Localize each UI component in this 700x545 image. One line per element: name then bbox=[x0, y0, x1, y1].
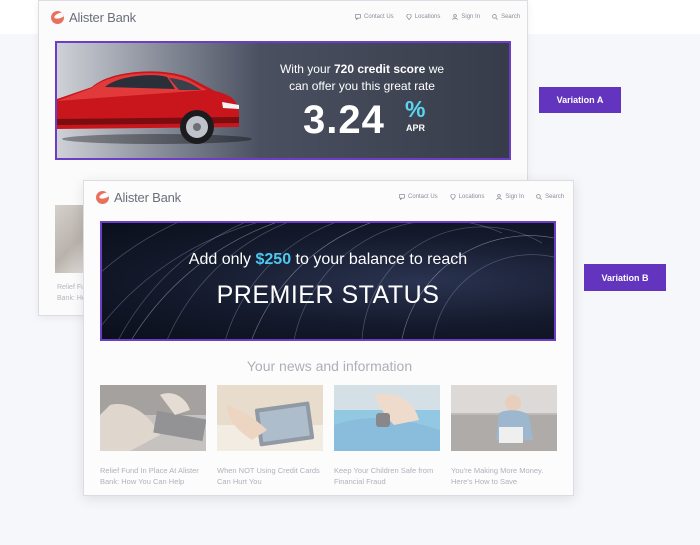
news-card[interactable]: Keep Your Children Safe from Financial F… bbox=[334, 385, 440, 487]
user-icon bbox=[496, 194, 503, 200]
variation-b-page: Alister Bank Contact Us Locations Sign I… bbox=[83, 180, 574, 496]
news-section-title: Your news and information bbox=[246, 358, 413, 374]
article-image-smartwatch bbox=[334, 385, 440, 451]
nav-search-label: Search bbox=[501, 14, 521, 20]
headline-b-suffix: to your balance to reach bbox=[291, 251, 468, 268]
variation-b-label: Variation B bbox=[584, 264, 666, 291]
nav-sign-in[interactable]: Sign In bbox=[496, 194, 524, 200]
article-image-typing bbox=[100, 385, 207, 451]
premier-status-text: PREMIER STATUS bbox=[216, 281, 440, 309]
nav-locations-label: Locations bbox=[458, 194, 485, 200]
nav-sign-in-label: Sign In bbox=[461, 14, 481, 20]
nav-contact[interactable]: Contact Us bbox=[355, 14, 394, 20]
news-card-line2: Here's How to Save bbox=[451, 477, 518, 486]
news-card-line1: You're Making More Money. bbox=[451, 466, 544, 475]
peek-article-text: Relief Fu Bank: Ho bbox=[57, 282, 86, 304]
user-icon bbox=[452, 14, 459, 20]
news-card-line2: Financial Fraud bbox=[334, 477, 386, 486]
location-pin-icon bbox=[406, 14, 412, 20]
variation-b-headline: Add only $250 to your balance to reach bbox=[102, 251, 554, 269]
nav-contact-label: Contact Us bbox=[364, 14, 394, 20]
location-pin-icon bbox=[450, 194, 456, 200]
news-card[interactable]: When NOT Using Credit Cards Can Hurt You bbox=[217, 385, 323, 487]
news-card-line2: Bank: How You Can Help bbox=[100, 477, 185, 486]
rate-apr-label: APR bbox=[406, 123, 426, 133]
bank-logo[interactable]: Alister Bank bbox=[96, 190, 181, 205]
logo-text: Alister Bank bbox=[114, 190, 181, 205]
news-card[interactable]: Relief Fund In Place At Alister Bank: Ho… bbox=[100, 385, 207, 487]
headline-b-prefix: Add only bbox=[188, 251, 256, 268]
headline-a-prefix: With your bbox=[279, 62, 334, 76]
headline-a-suffix: we bbox=[425, 62, 445, 76]
nav-contact-label: Contact Us bbox=[408, 194, 438, 200]
nav-locations[interactable]: Locations bbox=[406, 14, 441, 20]
nav-search-label: Search bbox=[545, 194, 565, 200]
news-card-text: Relief Fund In Place At Alister Bank: Ho… bbox=[100, 465, 206, 487]
news-card-text: When NOT Using Credit Cards Can Hurt You bbox=[217, 465, 323, 487]
nav-sign-in-label: Sign In bbox=[505, 194, 525, 200]
nav-sign-in[interactable]: Sign In bbox=[452, 14, 480, 20]
article-image-tablet bbox=[217, 385, 323, 451]
variation-a-label: Variation A bbox=[539, 87, 621, 113]
red-car-image bbox=[57, 71, 252, 144]
news-card-line1: When NOT Using Credit Cards bbox=[217, 466, 320, 475]
variation-a-headline: With your 720 credit score we can offer … bbox=[257, 61, 467, 95]
chat-icon bbox=[355, 14, 361, 20]
nav-locations[interactable]: Locations bbox=[450, 194, 485, 200]
search-icon bbox=[492, 14, 498, 20]
top-nav: Contact Us Locations Sign In Search bbox=[355, 14, 520, 20]
variation-a-banner[interactable]: With your 720 credit score we can offer … bbox=[55, 41, 511, 160]
news-card-line1: Keep Your Children Safe from bbox=[334, 466, 434, 475]
bank-logo[interactable]: Alister Bank bbox=[51, 10, 136, 25]
rate-percent-symbol: % bbox=[405, 96, 426, 122]
news-grid: Relief Fund In Place At Alister Bank: Ho… bbox=[100, 385, 557, 487]
chat-icon bbox=[399, 194, 405, 200]
peek-article-thumbnail bbox=[55, 205, 85, 273]
search-icon bbox=[536, 194, 542, 200]
logo-mark-icon bbox=[96, 191, 109, 204]
nav-search[interactable]: Search bbox=[536, 194, 564, 200]
logo-mark-icon bbox=[51, 11, 64, 24]
news-card-line2: Can Hurt You bbox=[217, 477, 262, 486]
nav-search[interactable]: Search bbox=[492, 14, 520, 20]
rate-value: 3.24 bbox=[303, 98, 385, 142]
nav-locations-label: Locations bbox=[414, 14, 441, 20]
news-card-text: Keep Your Children Safe from Financial F… bbox=[334, 465, 440, 487]
variation-b-banner[interactable]: Add only $250 to your balance to reach P… bbox=[100, 221, 556, 341]
peek-article-line1: Relief Fu bbox=[57, 284, 86, 291]
credit-score-text: 720 credit score bbox=[333, 62, 426, 76]
top-nav: Contact Us Locations Sign In Search bbox=[399, 194, 564, 200]
logo-text: Alister Bank bbox=[69, 10, 136, 25]
balance-amount: $250 bbox=[255, 251, 292, 268]
article-image-couch bbox=[451, 385, 557, 451]
news-card-line1: Relief Fund In Place At Alister bbox=[100, 466, 199, 475]
headline-a-line2: can offer you this great rate bbox=[289, 79, 435, 93]
news-card[interactable]: You're Making More Money. Here's How to … bbox=[451, 385, 557, 487]
peek-article-line2: Bank: Ho bbox=[57, 295, 86, 302]
nav-contact[interactable]: Contact Us bbox=[399, 194, 438, 200]
news-card-text: You're Making More Money. Here's How to … bbox=[451, 465, 557, 487]
